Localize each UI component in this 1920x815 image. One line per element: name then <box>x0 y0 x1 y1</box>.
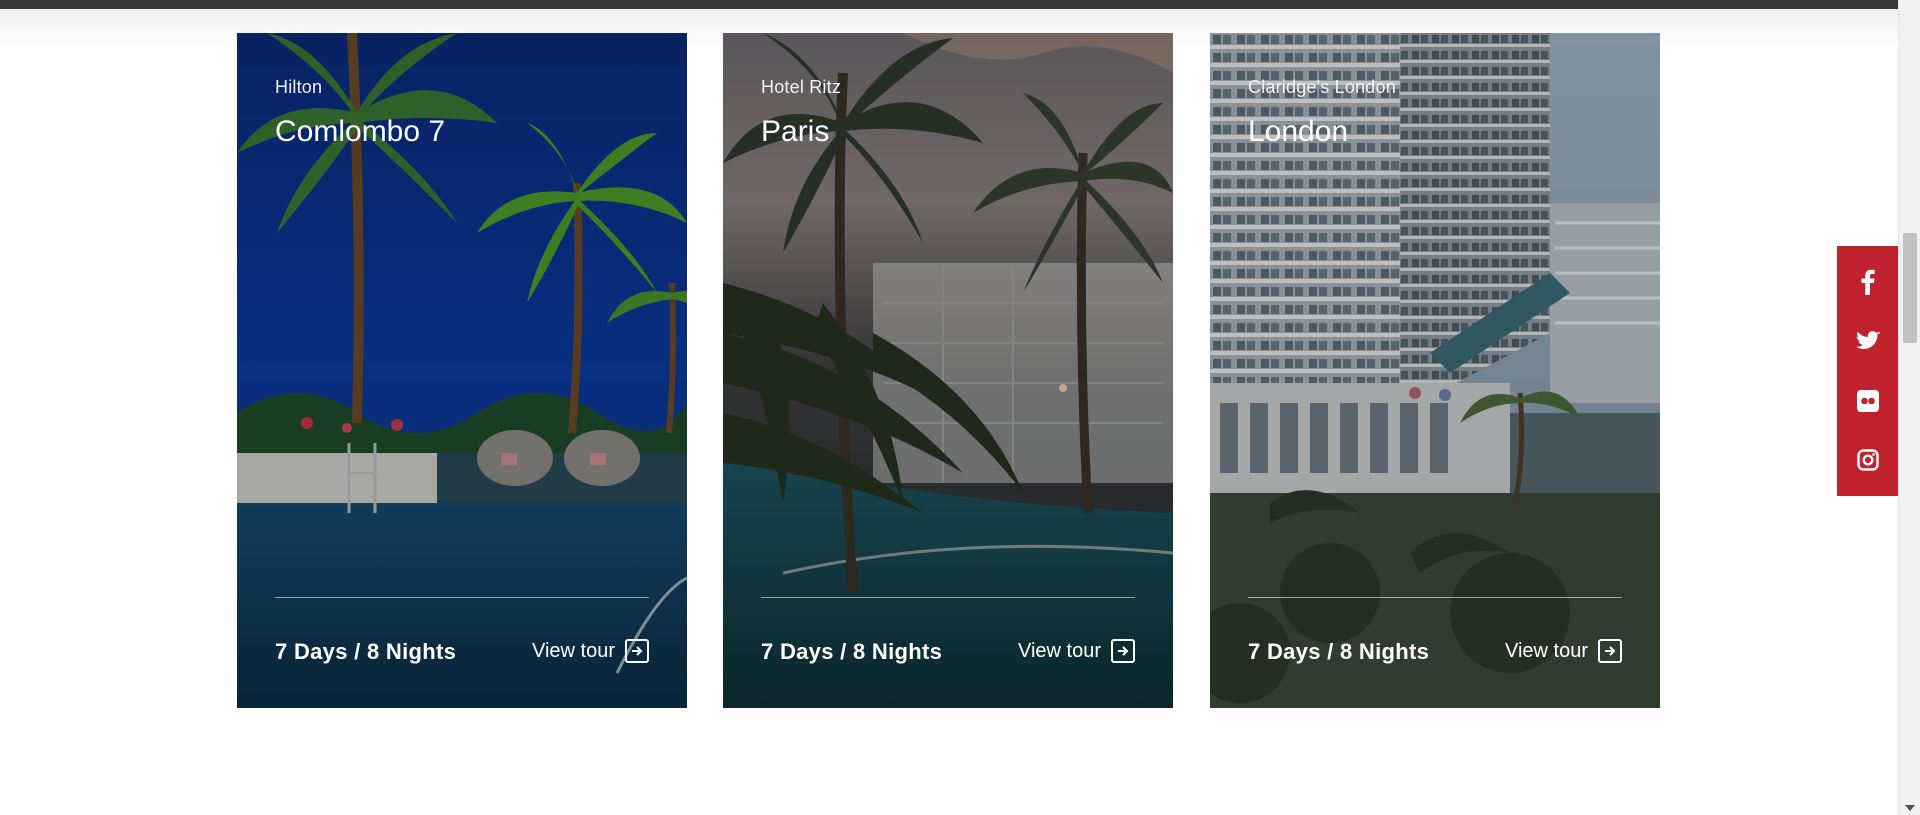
arrow-right-icon <box>1111 639 1135 663</box>
arrow-right-icon <box>625 639 649 663</box>
hotel-name: Hotel Ritz <box>761 77 842 97</box>
arrow-right-icon <box>1598 639 1622 663</box>
tour-city: Paris <box>761 115 830 148</box>
tour-card-hotel-ritz[interactable]: Hotel Ritz Paris 7 Days / 8 Nights View … <box>723 33 1173 708</box>
twitter-icon[interactable] <box>1854 327 1882 355</box>
page-scrollbar[interactable] <box>1898 0 1920 815</box>
tour-duration: 7 Days / 8 Nights <box>275 639 457 664</box>
view-tour-label: View tour <box>1504 639 1588 662</box>
tour-duration: 7 Days / 8 Nights <box>761 639 943 664</box>
flickr-icon[interactable] <box>1854 387 1882 415</box>
tour-city: London <box>1248 115 1349 148</box>
facebook-icon[interactable] <box>1854 268 1882 296</box>
view-tour-label: View tour <box>1017 639 1101 662</box>
view-tour-link[interactable]: View tour <box>532 639 649 663</box>
social-share-bar <box>1837 246 1899 496</box>
card-divider <box>761 597 1135 598</box>
scrollbar-thumb[interactable] <box>1903 233 1917 343</box>
view-tour-link[interactable]: View tour <box>1018 639 1135 663</box>
tour-city: Comlombo 7 <box>275 115 446 148</box>
scroll-down-arrow-icon[interactable] <box>1904 803 1916 813</box>
card-divider <box>275 597 649 598</box>
tour-duration: 7 Days / 8 Nights <box>1248 639 1430 664</box>
tour-card-hilton[interactable]: Hilton Comlombo 7 7 Days / 8 Nights View… <box>237 33 687 708</box>
top-bar <box>0 0 1898 9</box>
instagram-icon[interactable] <box>1854 446 1882 474</box>
view-tour-link[interactable]: View tour <box>1505 639 1622 663</box>
card-divider <box>1248 597 1622 598</box>
hotel-name: Hilton <box>275 77 323 97</box>
hotel-name: Claridge's London <box>1248 77 1396 97</box>
tour-card-claridges-london[interactable]: Claridge's London London 7 Days / 8 Nigh… <box>1210 33 1660 708</box>
view-tour-label: View tour <box>531 639 615 662</box>
